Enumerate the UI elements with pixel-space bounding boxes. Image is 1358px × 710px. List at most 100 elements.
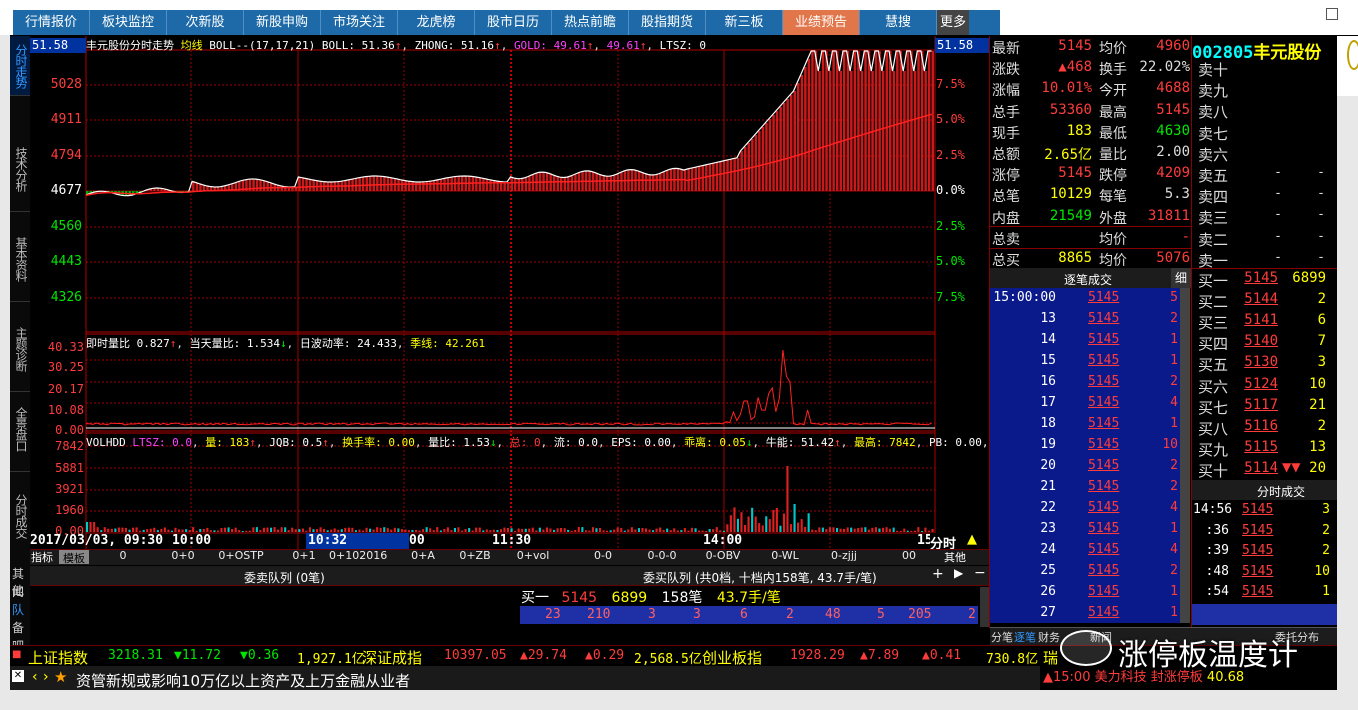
indicator-button-0[interactable]: 0 bbox=[100, 549, 146, 562]
quote-label: 最低 bbox=[1099, 123, 1127, 143]
x-label-1000: 10:00 bbox=[172, 533, 211, 548]
indicator-button-13[interactable]: 00 bbox=[886, 549, 932, 562]
ticker-index-name[interactable]: 上证指数 bbox=[28, 647, 88, 668]
sell-level-label: 卖四 bbox=[1198, 186, 1228, 207]
next-news-icon[interactable]: › bbox=[43, 669, 49, 685]
side-tab-5[interactable]: 分时成交 bbox=[10, 466, 30, 566]
window-restore-icon[interactable] bbox=[1326, 8, 1338, 20]
nav-tab-11[interactable]: 慧搜 bbox=[860, 10, 937, 35]
close-icon[interactable]: ✕ bbox=[12, 670, 24, 682]
vr-y-label: 0.00 bbox=[30, 423, 84, 437]
ticker-index-name[interactable]: 深证成指 bbox=[362, 647, 422, 668]
news-headline[interactable]: 资管新规或影响10万亿以上资产及上万金融从业者 bbox=[76, 670, 410, 691]
side-tab-4[interactable]: 全景盘口 bbox=[10, 386, 30, 472]
plus-icon[interactable]: + bbox=[932, 566, 944, 582]
y-left-label: 4326 bbox=[30, 290, 82, 305]
nav-tab-10[interactable]: 业绩预告 bbox=[783, 10, 860, 35]
volume-bar bbox=[454, 528, 456, 532]
price-bar bbox=[712, 163, 714, 191]
indicator-button-8[interactable]: 0-0 bbox=[580, 549, 626, 562]
ticker-index-change: ▲7.89 bbox=[860, 648, 899, 663]
prev-news-icon[interactable]: ‹ bbox=[32, 669, 38, 685]
indicator-button-11[interactable]: 0-WL bbox=[762, 549, 808, 562]
x-label-date: 2017/03/03, 09:30 bbox=[30, 533, 163, 548]
minus-icon[interactable]: − bbox=[974, 565, 986, 581]
side-tab-2[interactable]: 基本资料 bbox=[10, 216, 30, 302]
volume-bar bbox=[355, 530, 357, 532]
buy-level-vol: 3 bbox=[1290, 354, 1326, 370]
price-bar bbox=[765, 123, 767, 191]
nav-tab-9[interactable]: 新三板 bbox=[706, 10, 783, 35]
volume-bar bbox=[641, 528, 643, 532]
play-icon[interactable]: ▶ bbox=[954, 566, 963, 580]
ticks-scrollbar[interactable] bbox=[1180, 288, 1190, 623]
side-tab-1[interactable]: 技术分析 bbox=[10, 126, 30, 212]
indicator-button-12[interactable]: 0-zjjj bbox=[821, 549, 867, 562]
vol-lb: 量比: 1.53 bbox=[428, 436, 490, 449]
volume-bar bbox=[712, 529, 714, 532]
volume-bar bbox=[295, 529, 297, 532]
indicator-button-3[interactable]: 0+1 bbox=[281, 549, 327, 562]
quote-value: ▲468 bbox=[1030, 59, 1092, 75]
side-tab-0[interactable]: 分时走势 bbox=[10, 36, 30, 96]
price-bar bbox=[829, 71, 831, 191]
nav-tab-2[interactable]: 次新股 bbox=[167, 10, 244, 35]
volume-bar bbox=[627, 530, 629, 533]
indicator-button-5[interactable]: 0+A bbox=[400, 549, 446, 562]
bottom-tab-0[interactable]: 分笔 bbox=[991, 629, 1013, 645]
price-bar bbox=[302, 178, 304, 191]
price-bar bbox=[383, 177, 385, 192]
nav-tab-7[interactable]: 热点前瞻 bbox=[552, 10, 629, 35]
bottom-side-tab-1[interactable]: 闻 bbox=[12, 583, 28, 600]
volume-bar bbox=[171, 531, 173, 532]
indicator-button-6[interactable]: 0+ZB bbox=[452, 549, 498, 562]
bottom-tab-2[interactable]: 财务 bbox=[1038, 629, 1060, 645]
indicator-button-10[interactable]: 0-OBV bbox=[700, 549, 746, 562]
indicator-button-1[interactable]: 0+0 bbox=[160, 549, 206, 562]
bottom-tab-1[interactable]: 逐笔 bbox=[1014, 629, 1036, 645]
ticker-next-index[interactable]: 瑞 bbox=[1043, 647, 1058, 668]
star-icon[interactable]: ★ bbox=[54, 668, 67, 686]
compass-icon[interactable] bbox=[1347, 40, 1358, 70]
indicator-button-2[interactable]: 0+OSTP bbox=[218, 549, 264, 562]
y-right-label: 2.5% bbox=[936, 219, 965, 233]
nav-tab-6[interactable]: 股市日历 bbox=[475, 10, 552, 35]
bottom-side-tab-2[interactable]: 队 bbox=[12, 601, 28, 618]
indicator-button-4[interactable]: 0+102016 bbox=[329, 549, 375, 562]
volume-bar bbox=[461, 531, 463, 532]
price-bar bbox=[868, 51, 870, 191]
other-indicator-button[interactable]: 其他 bbox=[944, 549, 966, 565]
ticks-detail-button[interactable]: 细 bbox=[1171, 268, 1191, 288]
nav-tab-0[interactable]: 行情报价 bbox=[13, 10, 90, 35]
triangle-up-icon[interactable]: ▲ bbox=[967, 532, 977, 547]
indicator-button-7[interactable]: 0+vol bbox=[510, 549, 556, 562]
indicator-button-9[interactable]: 0-0-0 bbox=[639, 549, 685, 562]
template-button[interactable]: 模板 bbox=[59, 550, 89, 564]
price-bar bbox=[528, 177, 530, 192]
price-bar bbox=[649, 175, 651, 191]
quote-label: 均价 bbox=[1099, 229, 1127, 249]
quote-label: 最新 bbox=[992, 38, 1020, 58]
nav-more[interactable]: 更多 bbox=[937, 10, 969, 35]
side-tab-3[interactable]: 主题诊断 bbox=[10, 306, 30, 392]
nav-tab-3[interactable]: 新股申购 bbox=[244, 10, 321, 35]
price-bar bbox=[924, 71, 926, 191]
price-bar bbox=[889, 51, 891, 191]
volume-bar bbox=[744, 525, 746, 532]
volume-bar bbox=[574, 530, 576, 532]
nav-tab-1[interactable]: 板块监控 bbox=[90, 10, 167, 35]
bottom-side-tab-3[interactable]: 备 bbox=[12, 619, 28, 636]
nav-tab-5[interactable]: 龙虎榜 bbox=[398, 10, 475, 35]
nav-tab-4[interactable]: 市场关注 bbox=[321, 10, 398, 35]
volume-bar bbox=[818, 527, 820, 532]
queue-scrollbar[interactable] bbox=[980, 587, 989, 627]
volume-bar bbox=[259, 530, 261, 532]
intraday-chart[interactable] bbox=[30, 36, 990, 550]
nav-tab-8[interactable]: 股指期货 bbox=[629, 10, 706, 35]
volume-bar bbox=[503, 528, 505, 532]
ticker-index-name[interactable]: 创业板指 bbox=[702, 647, 762, 668]
fenshi-price: 5145 bbox=[1242, 502, 1273, 517]
buy1-count: 158笔 bbox=[662, 590, 703, 606]
quote-value: 5145 bbox=[1130, 102, 1190, 118]
volume-bar bbox=[581, 527, 583, 532]
